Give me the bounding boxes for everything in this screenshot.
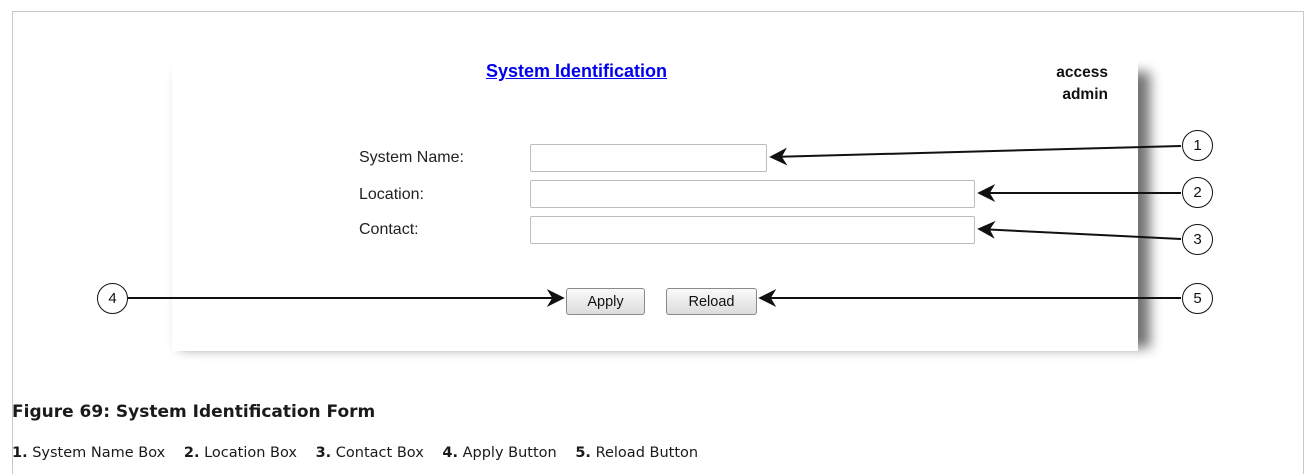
figure-legend: 1. System Name Box 2. Location Box 3. Co…: [12, 445, 712, 461]
legend-number: 5.: [575, 445, 591, 461]
legend-number: 2.: [183, 445, 200, 461]
legend-item: 4. Apply Button: [442, 445, 556, 461]
figure-caption: Figure 69: System Identification Form: [12, 402, 376, 422]
legend-item: 2. Location Box: [184, 445, 297, 461]
legend-text: Contact Box: [335, 445, 424, 461]
legend-text: Reload Button: [595, 445, 699, 461]
legend-text: System Name Box: [32, 445, 166, 461]
legend-item: 5. Reload Button: [575, 445, 698, 461]
legend-item: 1. System Name Box: [12, 445, 165, 461]
legend-number: 4.: [442, 445, 458, 461]
arrow-1: [769, 145, 1182, 166]
legend-item: 3. Contact Box: [316, 445, 424, 461]
legend-text: Apply Button: [462, 445, 557, 461]
callout-3: 3: [1182, 224, 1213, 255]
legend-number: 3.: [315, 445, 332, 461]
arrow-3: [977, 220, 1182, 240]
callout-5: 5: [1182, 283, 1213, 314]
callout-2: 2: [1182, 177, 1213, 208]
callout-1: 1: [1182, 130, 1213, 161]
legend-text: Location Box: [204, 445, 297, 461]
legend-number: 1.: [12, 445, 28, 461]
callout-4: 4: [97, 283, 128, 314]
